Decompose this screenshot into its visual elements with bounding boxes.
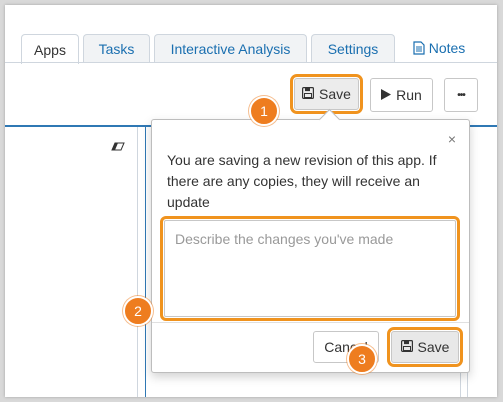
tab-divider xyxy=(5,62,497,63)
run-button[interactable]: Run xyxy=(370,78,433,112)
run-button-label: Run xyxy=(396,87,422,103)
step-badge-3: 3 xyxy=(347,344,377,374)
tab-notes-label: Notes xyxy=(428,40,466,56)
editor-divider xyxy=(145,127,146,397)
floppy-disk-icon xyxy=(400,339,413,355)
tab-interactive-analysis-label: Interactive Analysis xyxy=(170,40,291,57)
tab-settings-label: Settings xyxy=(327,40,379,57)
tab-interactive-analysis[interactable]: Interactive Analysis xyxy=(154,34,307,62)
editor-divider xyxy=(137,127,138,397)
step-badge-2: 2 xyxy=(123,296,153,326)
tab-apps-label: Apps xyxy=(34,41,66,58)
tab-tasks-label: Tasks xyxy=(98,40,135,57)
eraser-icon[interactable] xyxy=(111,138,125,156)
app-frame: Apps Tasks Interactive Analysis Settings… xyxy=(5,5,497,397)
step-badge-1: 1 xyxy=(249,96,279,126)
step-badge-3-label: 3 xyxy=(358,351,366,367)
revision-description-textarea[interactable]: Describe the changes you've made xyxy=(160,216,460,321)
revision-description-placeholder: Describe the changes you've made xyxy=(175,231,394,247)
step-badge-1-label: 1 xyxy=(260,103,268,119)
tab-notes[interactable]: Notes xyxy=(401,34,477,62)
floppy-disk-icon xyxy=(302,86,315,102)
tab-apps[interactable]: Apps xyxy=(21,34,79,64)
close-icon[interactable]: × xyxy=(445,131,459,147)
document-icon xyxy=(413,41,425,55)
play-icon xyxy=(381,87,392,103)
tab-bar: Apps Tasks Interactive Analysis Settings… xyxy=(5,5,497,64)
more-options-icon: ••• xyxy=(457,89,465,101)
more-options-button[interactable]: ••• xyxy=(444,78,478,112)
save-button[interactable]: Save xyxy=(290,74,363,114)
popover-footer-divider xyxy=(152,322,469,323)
save-revision-popover: × You are saving a new revision of this … xyxy=(151,108,470,373)
confirm-save-button-label: Save xyxy=(417,339,450,355)
popover-arrow xyxy=(318,108,341,131)
confirm-save-button[interactable]: Save xyxy=(387,327,463,367)
tab-settings[interactable]: Settings xyxy=(311,34,395,62)
step-badge-2-label: 2 xyxy=(134,303,142,319)
save-revision-message: You are saving a new revision of this ap… xyxy=(167,152,437,210)
save-button-label: Save xyxy=(319,86,351,102)
tab-tasks[interactable]: Tasks xyxy=(83,34,150,62)
